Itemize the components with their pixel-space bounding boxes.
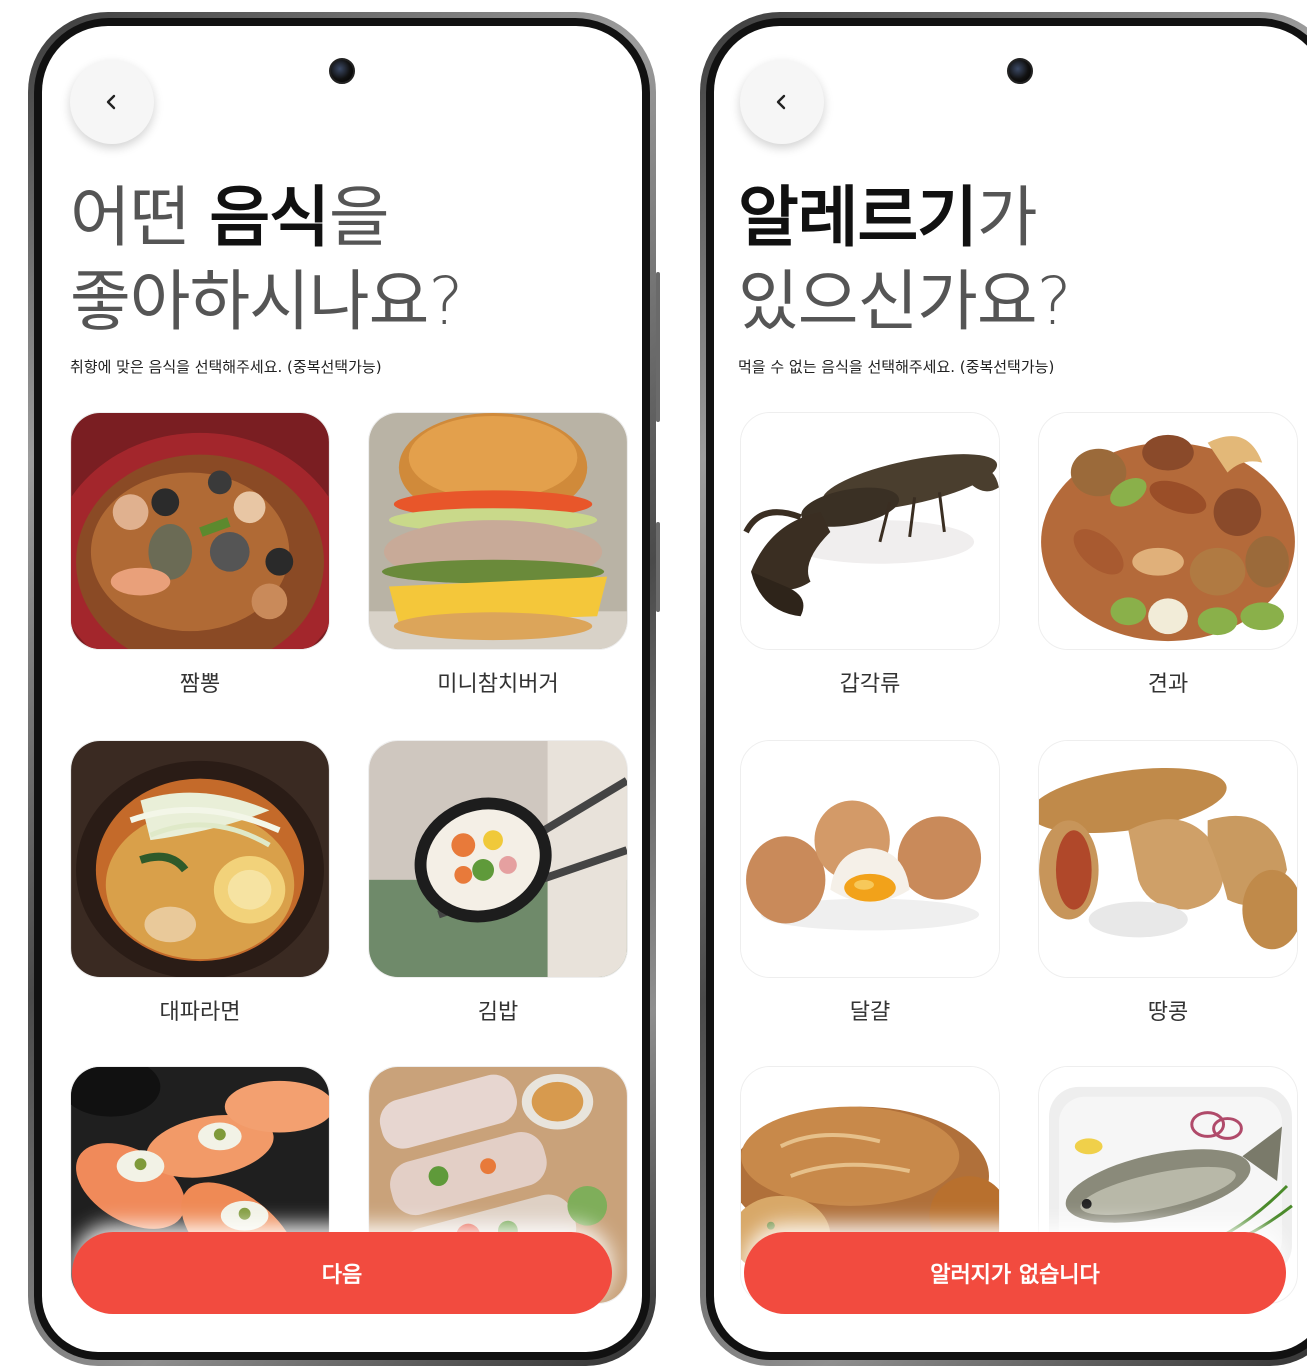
chevron-left-icon [776,94,786,110]
front-camera [1007,58,1033,84]
food-image-jjamppong [70,412,330,650]
chevron-left-icon [106,94,116,110]
allergy-screen: 알레르기가 있으신가요? 먹을 수 없는 음식을 선택해주세요. (중복선택가능… [714,26,1307,1352]
allergy-card-crustacean[interactable]: 갑각류 [740,412,1000,698]
food-card-jjamppong[interactable]: 짬뽕 [70,412,330,698]
page-subtitle: 취향에 맞은 음식을 선택해주세요. (중복선택가능) [70,358,382,376]
food-label: 김밥 [477,1000,519,1025]
allergy-label: 달걀 [849,1000,891,1025]
front-camera [329,58,355,84]
food-preference-screen: 어떤 음식을 좋아하시나요? 취향에 맞은 음식을 선택해주세요. (중복선택가… [42,26,642,1352]
allergy-label: 견과 [1147,672,1189,697]
food-image-gimbap [368,740,628,978]
food-label: 대파라면 [159,1000,241,1025]
allergy-label: 땅콩 [1147,1000,1189,1025]
allergy-label: 갑각류 [839,672,901,697]
allergy-card-nuts[interactable]: 견과 [1038,412,1298,698]
next-button[interactable]: 다음 [72,1232,612,1314]
food-label: 짬뽕 [179,672,221,697]
volume-button [656,272,660,422]
back-button[interactable] [70,60,154,144]
page-title: 어떤 음식을 좋아하시나요? [70,179,463,340]
allergy-card-peanut[interactable]: 땅콩 [1038,740,1298,1026]
food-card-mini-tuna-burger[interactable]: 미니참치버거 [368,412,628,698]
food-label: 미니참치버거 [437,672,559,697]
allergy-image-crustacean [740,412,1000,650]
no-allergy-button[interactable]: 알러지가 없습니다 [744,1232,1286,1314]
back-button[interactable] [740,60,824,144]
allergy-image-nuts [1038,412,1298,650]
page-title: 알레르기가 있으신가요? [738,179,1072,340]
allergy-card-egg[interactable]: 달걀 [740,740,1000,1026]
phone-frame-left: 어떤 음식을 좋아하시나요? 취향에 맞은 음식을 선택해주세요. (중복선택가… [28,12,660,1366]
allergy-image-egg [740,740,1000,978]
food-card-green-onion-ramen[interactable]: 대파라면 [70,740,330,1026]
food-image-green-onion-ramen [70,740,330,978]
allergy-image-peanut [1038,740,1298,978]
page-subtitle: 먹을 수 없는 음식을 선택해주세요. (중복선택가능) [738,358,1055,376]
phone-frame-right: 알레르기가 있으신가요? 먹을 수 없는 음식을 선택해주세요. (중복선택가능… [700,12,1307,1366]
food-card-gimbap[interactable]: 김밥 [368,740,628,1026]
food-image-mini-tuna-burger [368,412,628,650]
power-button [656,522,660,612]
